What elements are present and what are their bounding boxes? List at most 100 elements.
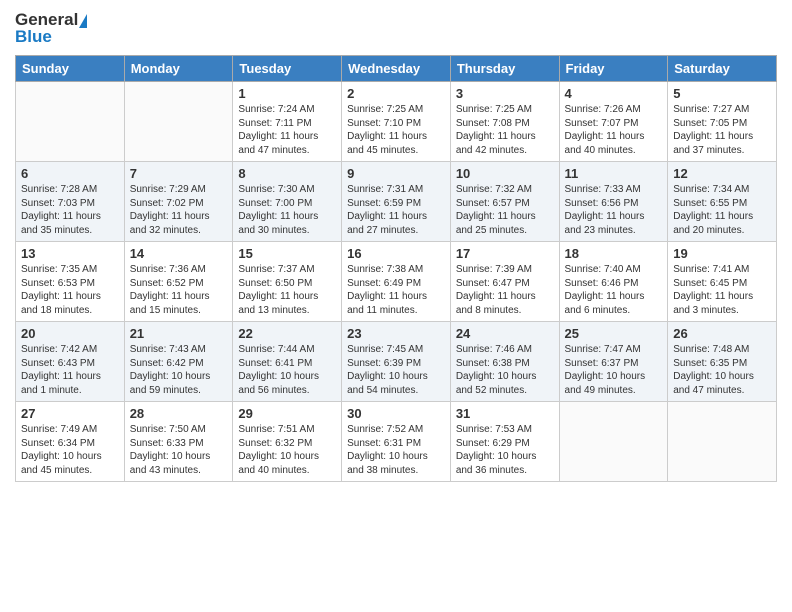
calendar-cell: 4 Sunrise: 7:26 AM Sunset: 7:07 PM Daylig… — [559, 82, 668, 162]
day-info: Sunrise: 7:35 AM Sunset: 6:53 PM Dayligh… — [21, 263, 119, 317]
day-info: Sunrise: 7:33 AM Sunset: 6:56 PM Dayligh… — [565, 183, 663, 237]
day-info: Sunrise: 7:24 AM Sunset: 7:11 PM Dayligh… — [238, 103, 336, 157]
calendar-cell — [559, 402, 668, 482]
calendar-cell: 19Sunrise: 7:41 AM Sunset: 6:45 PM Dayli… — [668, 242, 777, 322]
day-number: 16 — [347, 246, 445, 261]
logo-blue: Blue — [15, 27, 52, 47]
day-number: 10 — [456, 166, 554, 181]
day-info: Sunrise: 7:39 AM Sunset: 6:47 PM Dayligh… — [456, 263, 554, 317]
calendar-cell: 3 Sunrise: 7:25 AM Sunset: 7:08 PM Daylig… — [450, 82, 559, 162]
day-number: 12 — [673, 166, 771, 181]
day-number: 23 — [347, 326, 445, 341]
day-number: 27 — [21, 406, 119, 421]
calendar-cell: 25 Sunrise: 7:47 AM Sunset: 6:37 PM Dayli… — [559, 322, 668, 402]
calendar-cell: 8 Sunrise: 7:30 AM Sunset: 7:00 PM Daylig… — [233, 162, 342, 242]
calendar-cell: 14 Sunrise: 7:36 AM Sunset: 6:52 PM Dayli… — [124, 242, 233, 322]
day-number: 21 — [130, 326, 228, 341]
day-number: 18 — [565, 246, 663, 261]
day-number: 20 — [21, 326, 119, 341]
calendar-header-monday: Monday — [124, 56, 233, 82]
calendar-cell: 29 Sunrise: 7:51 AM Sunset: 6:32 PM Dayli… — [233, 402, 342, 482]
calendar-cell: 15 Sunrise: 7:37 AM Sunset: 6:50 PM Dayli… — [233, 242, 342, 322]
day-info: Sunrise: 7:38 AM Sunset: 6:49 PM Dayligh… — [347, 263, 445, 317]
calendar-cell: 18 Sunrise: 7:40 AM Sunset: 6:46 PM Dayli… — [559, 242, 668, 322]
day-number: 26 — [673, 326, 771, 341]
day-number: 2 — [347, 86, 445, 101]
day-info: Sunrise: 7:30 AM Sunset: 7:00 PM Dayligh… — [238, 183, 336, 237]
day-info: Sunrise: 7:31 AM Sunset: 6:59 PM Dayligh… — [347, 183, 445, 237]
calendar-cell: 24Sunrise: 7:46 AM Sunset: 6:38 PM Dayli… — [450, 322, 559, 402]
calendar-cell: 22 Sunrise: 7:44 AM Sunset: 6:41 PM Dayli… — [233, 322, 342, 402]
calendar-cell: 6Sunrise: 7:28 AM Sunset: 7:03 PM Daylig… — [16, 162, 125, 242]
calendar-cell: 1 Sunrise: 7:24 AM Sunset: 7:11 PM Daylig… — [233, 82, 342, 162]
calendar-cell: 23 Sunrise: 7:45 AM Sunset: 6:39 PM Dayli… — [342, 322, 451, 402]
calendar-cell: 2 Sunrise: 7:25 AM Sunset: 7:10 PM Daylig… — [342, 82, 451, 162]
calendar-cell: 9 Sunrise: 7:31 AM Sunset: 6:59 PM Daylig… — [342, 162, 451, 242]
calendar-header-tuesday: Tuesday — [233, 56, 342, 82]
day-number: 29 — [238, 406, 336, 421]
day-number: 17 — [456, 246, 554, 261]
calendar-cell — [668, 402, 777, 482]
calendar-week-row: 13Sunrise: 7:35 AM Sunset: 6:53 PM Dayli… — [16, 242, 777, 322]
calendar-cell: 12 Sunrise: 7:34 AM Sunset: 6:55 PM Dayli… — [668, 162, 777, 242]
calendar-cell: 11Sunrise: 7:33 AM Sunset: 6:56 PM Dayli… — [559, 162, 668, 242]
day-number: 8 — [238, 166, 336, 181]
day-number: 24 — [456, 326, 554, 341]
day-info: Sunrise: 7:43 AM Sunset: 6:42 PM Dayligh… — [130, 343, 228, 397]
day-number: 22 — [238, 326, 336, 341]
day-info: Sunrise: 7:50 AM Sunset: 6:33 PM Dayligh… — [130, 423, 228, 477]
calendar-cell: 10 Sunrise: 7:32 AM Sunset: 6:57 PM Dayli… — [450, 162, 559, 242]
day-info: Sunrise: 7:26 AM Sunset: 7:07 PM Dayligh… — [565, 103, 663, 157]
day-number: 4 — [565, 86, 663, 101]
calendar-header-thursday: Thursday — [450, 56, 559, 82]
day-number: 5 — [673, 86, 771, 101]
logo-triangle-icon — [79, 14, 87, 28]
day-info: Sunrise: 7:25 AM Sunset: 7:10 PM Dayligh… — [347, 103, 445, 157]
calendar-header-sunday: Sunday — [16, 56, 125, 82]
day-number: 30 — [347, 406, 445, 421]
calendar-header-saturday: Saturday — [668, 56, 777, 82]
calendar-header-friday: Friday — [559, 56, 668, 82]
calendar-cell: 27Sunrise: 7:49 AM Sunset: 6:34 PM Dayli… — [16, 402, 125, 482]
calendar-week-row: 27Sunrise: 7:49 AM Sunset: 6:34 PM Dayli… — [16, 402, 777, 482]
day-number: 14 — [130, 246, 228, 261]
day-number: 9 — [347, 166, 445, 181]
day-number: 31 — [456, 406, 554, 421]
day-info: Sunrise: 7:32 AM Sunset: 6:57 PM Dayligh… — [456, 183, 554, 237]
calendar-cell: 20 Sunrise: 7:42 AM Sunset: 6:43 PM Dayli… — [16, 322, 125, 402]
calendar-cell — [16, 82, 125, 162]
day-number: 15 — [238, 246, 336, 261]
calendar-cell: 30 Sunrise: 7:52 AM Sunset: 6:31 PM Dayli… — [342, 402, 451, 482]
logo: General Blue — [15, 10, 87, 47]
day-number: 6 — [21, 166, 119, 181]
day-info: Sunrise: 7:37 AM Sunset: 6:50 PM Dayligh… — [238, 263, 336, 317]
calendar-cell: 28 Sunrise: 7:50 AM Sunset: 6:33 PM Dayli… — [124, 402, 233, 482]
day-info: Sunrise: 7:29 AM Sunset: 7:02 PM Dayligh… — [130, 183, 228, 237]
calendar-week-row: 20 Sunrise: 7:42 AM Sunset: 6:43 PM Dayli… — [16, 322, 777, 402]
day-info: Sunrise: 7:42 AM Sunset: 6:43 PM Dayligh… — [21, 343, 119, 397]
day-number: 3 — [456, 86, 554, 101]
calendar-header-wednesday: Wednesday — [342, 56, 451, 82]
day-info: Sunrise: 7:25 AM Sunset: 7:08 PM Dayligh… — [456, 103, 554, 157]
calendar-cell: 16 Sunrise: 7:38 AM Sunset: 6:49 PM Dayli… — [342, 242, 451, 322]
day-number: 7 — [130, 166, 228, 181]
calendar-cell: 7 Sunrise: 7:29 AM Sunset: 7:02 PM Daylig… — [124, 162, 233, 242]
day-info: Sunrise: 7:34 AM Sunset: 6:55 PM Dayligh… — [673, 183, 771, 237]
day-number: 1 — [238, 86, 336, 101]
day-info: Sunrise: 7:51 AM Sunset: 6:32 PM Dayligh… — [238, 423, 336, 477]
day-number: 28 — [130, 406, 228, 421]
day-number: 25 — [565, 326, 663, 341]
day-info: Sunrise: 7:52 AM Sunset: 6:31 PM Dayligh… — [347, 423, 445, 477]
calendar-header-row: SundayMondayTuesdayWednesdayThursdayFrid… — [16, 56, 777, 82]
calendar-week-row: 6Sunrise: 7:28 AM Sunset: 7:03 PM Daylig… — [16, 162, 777, 242]
calendar-cell: 21 Sunrise: 7:43 AM Sunset: 6:42 PM Dayli… — [124, 322, 233, 402]
calendar-table: SundayMondayTuesdayWednesdayThursdayFrid… — [15, 55, 777, 482]
day-info: Sunrise: 7:48 AM Sunset: 6:35 PM Dayligh… — [673, 343, 771, 397]
day-info: Sunrise: 7:40 AM Sunset: 6:46 PM Dayligh… — [565, 263, 663, 317]
calendar-week-row: 1 Sunrise: 7:24 AM Sunset: 7:11 PM Daylig… — [16, 82, 777, 162]
day-info: Sunrise: 7:45 AM Sunset: 6:39 PM Dayligh… — [347, 343, 445, 397]
day-info: Sunrise: 7:47 AM Sunset: 6:37 PM Dayligh… — [565, 343, 663, 397]
day-info: Sunrise: 7:44 AM Sunset: 6:41 PM Dayligh… — [238, 343, 336, 397]
day-info: Sunrise: 7:27 AM Sunset: 7:05 PM Dayligh… — [673, 103, 771, 157]
day-info: Sunrise: 7:36 AM Sunset: 6:52 PM Dayligh… — [130, 263, 228, 317]
